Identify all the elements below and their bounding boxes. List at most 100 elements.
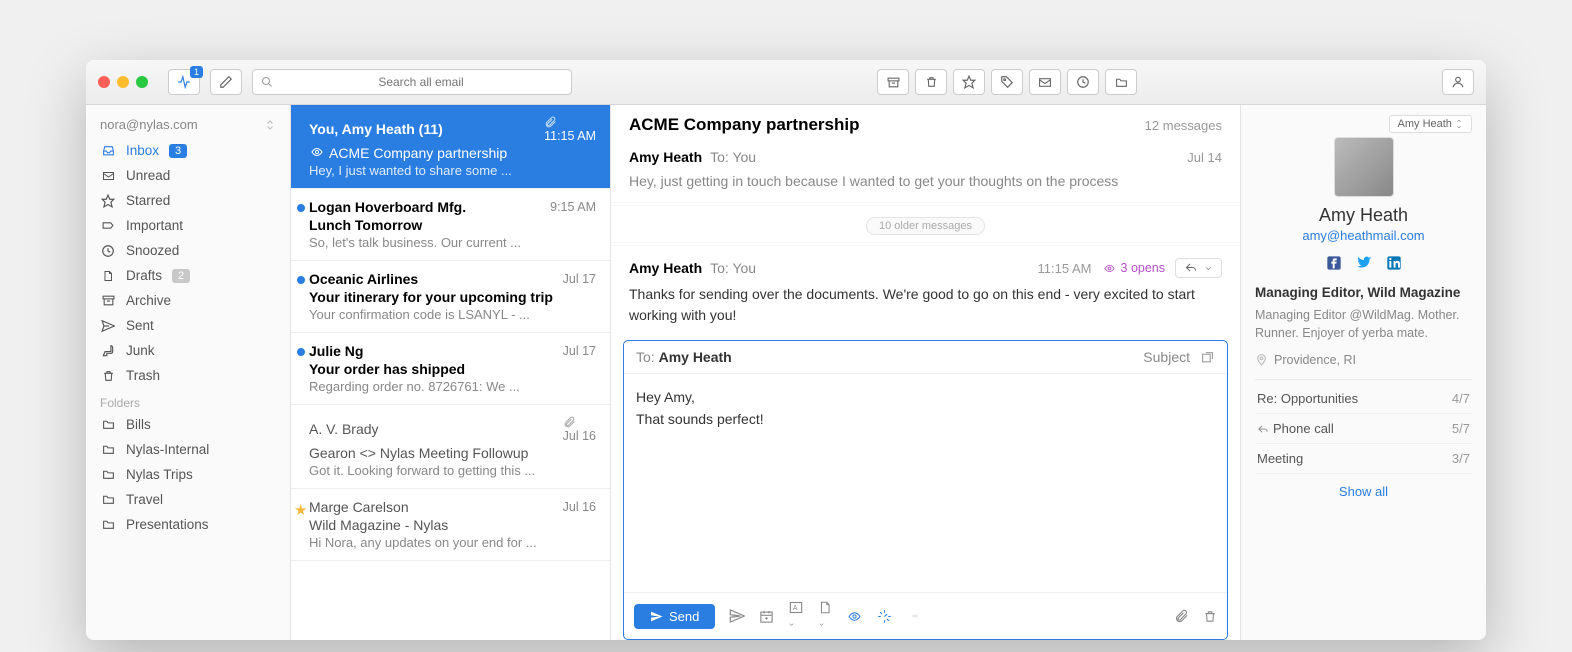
attach-icon[interactable] bbox=[1174, 608, 1189, 624]
sidebar-item-inbox[interactable]: Inbox3 bbox=[86, 138, 290, 163]
show-all-link[interactable]: Show all bbox=[1255, 474, 1472, 509]
contact-title: Managing Editor, Wild Magazine bbox=[1255, 285, 1472, 300]
star-button[interactable] bbox=[953, 69, 985, 95]
account-label[interactable]: nora@nylas.com bbox=[86, 113, 290, 138]
msg-body: Thanks for sending over the documents. W… bbox=[629, 284, 1222, 326]
thread-item[interactable]: You, Amy Heath (11) 11:15 AMACME Company… bbox=[291, 105, 610, 189]
snooze-button[interactable] bbox=[1067, 69, 1099, 95]
folder-nylas-trips[interactable]: Nylas Trips bbox=[86, 462, 290, 487]
reply-dropdown[interactable] bbox=[1175, 258, 1222, 278]
related-thread[interactable]: Re: Opportunities4/7 bbox=[1255, 384, 1472, 414]
open-tracking[interactable]: 3 opens bbox=[1102, 261, 1165, 275]
msg-preview: Hey, just getting in touch because I wan… bbox=[629, 171, 1222, 192]
mark-read-button[interactable] bbox=[1029, 69, 1061, 95]
message-collapsed[interactable]: Amy HeathTo: You Jul 14 Hey, just gettin… bbox=[611, 141, 1240, 200]
thread-item[interactable]: Oceanic Airlines Jul 17Your itinerary fo… bbox=[291, 261, 610, 333]
send-button[interactable]: Send bbox=[634, 604, 715, 629]
sidebar-item-label: Trash bbox=[126, 368, 160, 383]
label-button[interactable] bbox=[991, 69, 1023, 95]
folder-travel[interactable]: Travel bbox=[86, 487, 290, 512]
thread-time: Jul 16 bbox=[563, 500, 596, 514]
minimize-window[interactable] bbox=[117, 76, 129, 88]
thread-from: Logan Hoverboard Mfg. bbox=[309, 199, 466, 215]
thread-from: A. V. Brady bbox=[309, 421, 379, 437]
msg-from: Amy Heath bbox=[629, 149, 702, 165]
format-icon[interactable]: A bbox=[788, 600, 804, 632]
sidebar-item-sent[interactable]: Sent bbox=[86, 313, 290, 338]
sidebar-item-snoozed[interactable]: Snoozed bbox=[86, 238, 290, 263]
activity-button[interactable]: 1 bbox=[168, 69, 200, 95]
subject-field[interactable]: Subject bbox=[1143, 349, 1190, 365]
folder-icon bbox=[100, 468, 116, 481]
thread-preview: Got it. Looking forward to getting this … bbox=[309, 463, 596, 478]
thread-time: Jul 17 bbox=[563, 272, 596, 286]
activity-badge: 1 bbox=[190, 66, 203, 78]
msg-date: Jul 14 bbox=[1187, 150, 1222, 165]
folder-icon bbox=[100, 443, 116, 456]
thread-subject: Your order has shipped bbox=[309, 361, 596, 377]
twitter-icon[interactable] bbox=[1356, 255, 1372, 271]
sidebar-item-junk[interactable]: Junk bbox=[86, 338, 290, 363]
archive-icon bbox=[100, 294, 116, 307]
folder-presentations[interactable]: Presentations bbox=[86, 512, 290, 537]
sidebar-item-unread[interactable]: Unread bbox=[86, 163, 290, 188]
discard-icon[interactable] bbox=[1203, 609, 1217, 624]
more-icon[interactable] bbox=[906, 613, 924, 619]
archive-button[interactable] bbox=[877, 69, 909, 95]
sidebar-item-trash[interactable]: Trash bbox=[86, 363, 290, 388]
thread-item[interactable]: Julie Ng Jul 17Your order has shippedReg… bbox=[291, 333, 610, 405]
sidebar-item-drafts[interactable]: Drafts2 bbox=[86, 263, 290, 288]
template-icon[interactable] bbox=[818, 600, 832, 632]
star-icon[interactable]: ★ bbox=[294, 501, 307, 519]
trash-button[interactable] bbox=[915, 69, 947, 95]
thread-item[interactable]: Logan Hoverboard Mfg. 9:15 AMLunch Tomor… bbox=[291, 189, 610, 261]
thread-from: Oceanic Airlines bbox=[309, 271, 418, 287]
message-view: ACME Company partnership 12 messages Amy… bbox=[611, 105, 1241, 640]
thread-from: You, Amy Heath (11) bbox=[309, 121, 443, 137]
thread-item[interactable]: A. V. Brady Jul 16Gearon <> Nylas Meetin… bbox=[291, 405, 610, 489]
msg-time: 11:15 AM bbox=[1038, 261, 1092, 276]
linkedin-icon[interactable] bbox=[1386, 255, 1402, 271]
facebook-icon[interactable] bbox=[1326, 255, 1342, 271]
message-count: 12 messages bbox=[1145, 118, 1222, 133]
compose-toolbar: Send A bbox=[624, 592, 1227, 639]
contact-location: Providence, RI bbox=[1255, 352, 1472, 380]
schedule-icon[interactable] bbox=[759, 609, 774, 624]
close-window[interactable] bbox=[98, 76, 110, 88]
sidebar-item-starred[interactable]: Starred bbox=[86, 188, 290, 213]
zoom-window[interactable] bbox=[136, 76, 148, 88]
tracked-icon bbox=[309, 146, 325, 158]
tracking-icon[interactable] bbox=[846, 610, 863, 623]
contact-email[interactable]: amy@heathmail.com bbox=[1255, 228, 1472, 243]
thread-preview: So, let's talk business. Our current ... bbox=[309, 235, 596, 250]
unread-dot bbox=[297, 348, 305, 356]
toolbar-actions bbox=[877, 69, 1137, 95]
related-thread[interactable]: Meeting3/7 bbox=[1255, 444, 1472, 474]
profile-selector[interactable]: Amy Heath bbox=[1389, 115, 1472, 133]
thread-time: 9:15 AM bbox=[550, 200, 596, 214]
popout-icon[interactable] bbox=[1200, 351, 1215, 364]
sidebar-item-archive[interactable]: Archive bbox=[86, 288, 290, 313]
related-thread[interactable]: Phone call5/7 bbox=[1255, 414, 1472, 444]
account-email: nora@nylas.com bbox=[100, 117, 198, 132]
search-field[interactable] bbox=[252, 69, 572, 95]
send-later-icon[interactable] bbox=[729, 608, 745, 624]
reminder-icon[interactable] bbox=[877, 609, 892, 624]
compose-body[interactable]: Hey Amy,That sounds perfect! bbox=[624, 374, 1227, 592]
folder-bills[interactable]: Bills bbox=[86, 412, 290, 437]
compose-to[interactable]: To: Amy Heath bbox=[636, 349, 732, 365]
contact-bio: Managing Editor @WildMag. Mother. Runner… bbox=[1255, 306, 1472, 342]
search-input[interactable] bbox=[279, 75, 563, 89]
sidebar-item-important[interactable]: Important bbox=[86, 213, 290, 238]
folder-nylas-internal[interactable]: Nylas-Internal bbox=[86, 437, 290, 462]
clock-icon bbox=[100, 244, 116, 258]
older-messages[interactable]: 10 older messages bbox=[611, 210, 1240, 240]
msg-from: Amy Heath bbox=[629, 260, 702, 276]
thread-preview: Your confirmation code is LSANYL - ... bbox=[309, 307, 596, 322]
thread-item[interactable]: ★Marge Carelson Jul 16Wild Magazine - Ny… bbox=[291, 489, 610, 561]
mail-icon bbox=[100, 170, 116, 182]
move-button[interactable] bbox=[1105, 69, 1137, 95]
compose-button[interactable] bbox=[210, 69, 242, 95]
account-button[interactable] bbox=[1442, 69, 1474, 95]
folder-label: Nylas Trips bbox=[126, 467, 193, 482]
